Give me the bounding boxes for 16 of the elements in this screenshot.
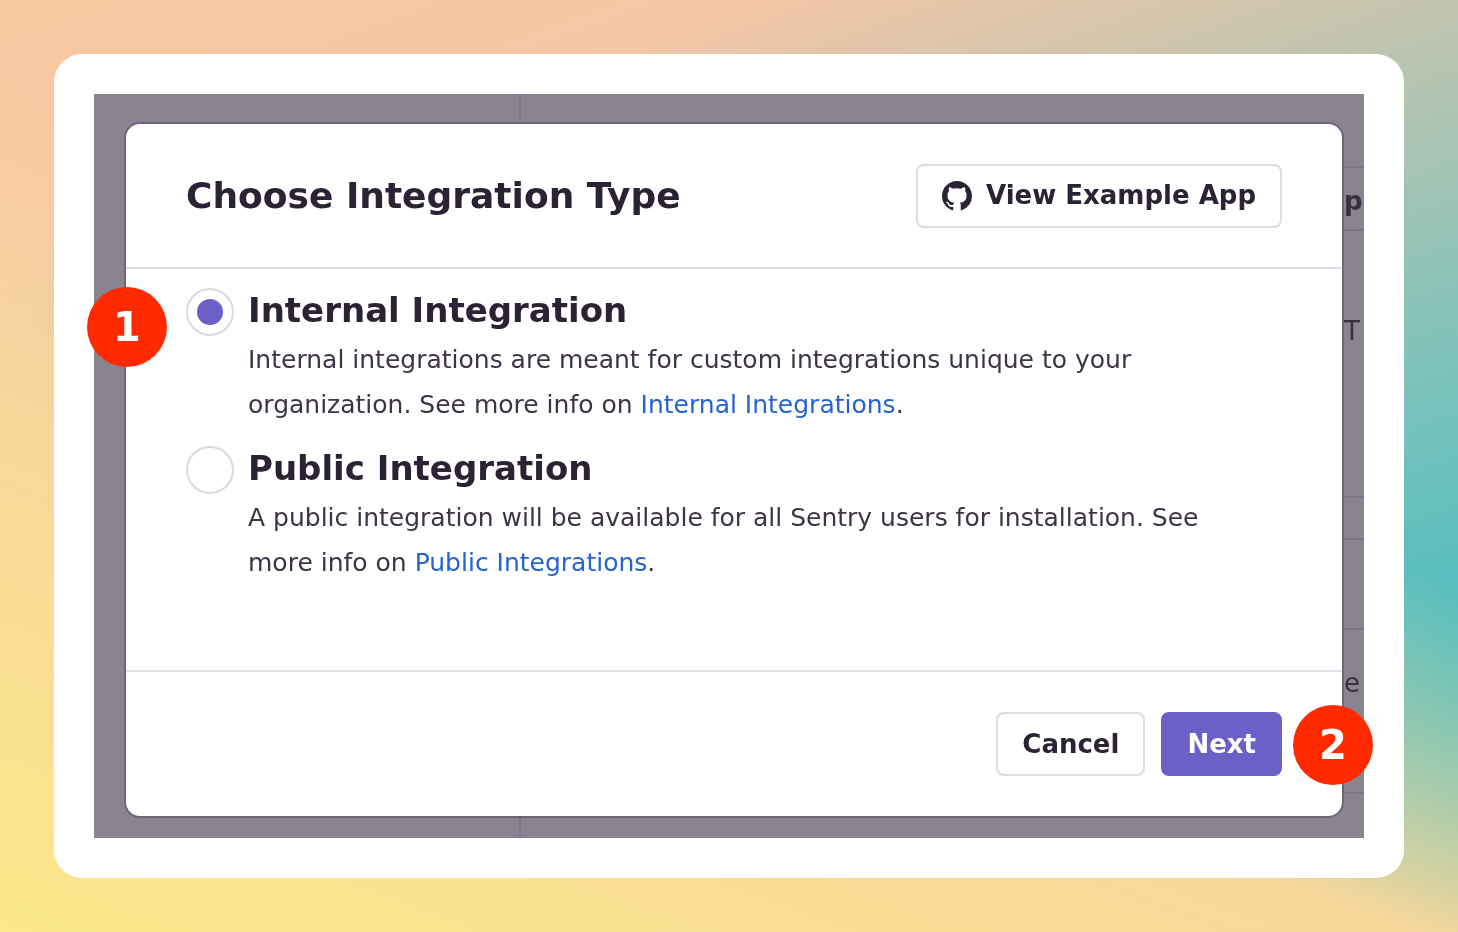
- next-button[interactable]: Next: [1161, 712, 1282, 776]
- option-title: Public Integration: [248, 447, 594, 490]
- view-example-button[interactable]: View Example App: [916, 163, 1282, 228]
- text-fragment: T: [1344, 315, 1360, 348]
- cat-logo-icon: [942, 180, 972, 211]
- cancel-button[interactable]: Cancel: [996, 712, 1146, 776]
- text-fragment: e: [1344, 667, 1360, 700]
- docs-link[interactable]: Internal Integrations: [640, 390, 896, 419]
- radio-button[interactable]: [186, 446, 234, 494]
- option-description: Internal integrations are meant for custom integrations unique to your organization. See more info on Internal Integrations.: [248, 344, 1133, 421]
- text-fragment: p: [1344, 185, 1363, 218]
- option-description: A public integration will be available for all Sentry users for installation. See more info on Public Integrations.: [248, 502, 1200, 579]
- radio-button[interactable]: [186, 288, 234, 336]
- docs-link[interactable]: Public Integrations: [414, 548, 648, 577]
- option-title: Internal Integration: [248, 289, 629, 332]
- modal-title: Choose Integration Type: [186, 173, 681, 218]
